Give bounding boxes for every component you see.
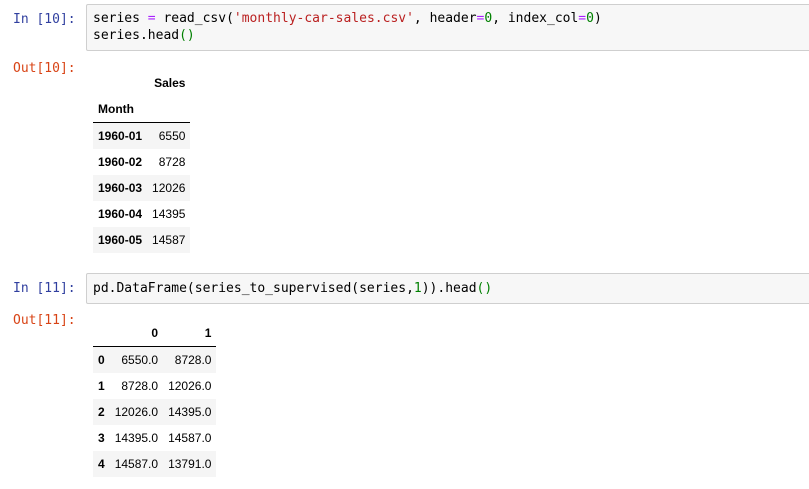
- row-value: 14395: [152, 207, 186, 221]
- row-value-col-1: 14587.0: [168, 431, 212, 445]
- table-corner: [93, 70, 147, 96]
- sales-dataframe-table: Sales Month 1960-01 6550 1960-02 8728 19…: [93, 70, 191, 253]
- cell-10-code-editor[interactable]: series = read_csv('monthly-car-sales.csv…: [86, 4, 809, 51]
- code-string-token: 'monthly-car-sales.csv': [233, 11, 414, 26]
- column-header-0: 0: [109, 320, 164, 347]
- code-operator-token: =: [147, 11, 156, 26]
- row-index: 3: [98, 431, 105, 445]
- row-value-col-0: 14587.0: [114, 457, 159, 471]
- table-row: 0 6550.0 8728.0: [93, 346, 217, 373]
- code-text-token: pd.DataFrame(series_to_supervised(series…: [93, 281, 414, 296]
- empty-header-cell: [147, 96, 191, 123]
- code-text-token: , header: [413, 11, 477, 26]
- code-text-token: )).head: [421, 281, 477, 296]
- supervised-dataframe-table: 0 1 0 6550.0 8728.0 1 8728.0 12026.0 2 1…: [93, 320, 217, 477]
- row-value: 6550: [158, 129, 186, 143]
- cell-10-code-line-1: series = read_csv('monthly-car-sales.csv…: [93, 10, 602, 27]
- row-value: 14587: [152, 233, 186, 247]
- code-paren-token: (): [179, 28, 195, 43]
- row-index: 1960-01: [98, 129, 143, 143]
- table-row: 1960-05 14587: [93, 227, 191, 253]
- table-row: 3 14395.0 14587.0: [93, 425, 217, 451]
- row-value: 12026: [152, 181, 186, 195]
- code-text-token: , index_col: [492, 11, 579, 26]
- index-name-month: Month: [93, 96, 148, 123]
- table-row: 1960-02 8728: [93, 149, 191, 175]
- table-row: 1 8728.0 12026.0: [93, 373, 217, 399]
- cell-11-input-prompt: In [11]:: [13, 281, 76, 296]
- row-index: 4: [98, 457, 105, 471]
- row-value-col-1: 14395.0: [168, 405, 212, 419]
- row-index: 0: [98, 353, 105, 367]
- table-row: 2 12026.0 14395.0: [93, 399, 217, 425]
- table-row: 1960-03 12026: [93, 175, 191, 201]
- code-text-token: ): [593, 11, 602, 26]
- cell-11-output-prompt: Out[11]:: [13, 313, 76, 328]
- row-value: 8728: [158, 155, 186, 169]
- code-text-token: series.head: [93, 28, 180, 43]
- cell-10-code-line-2: series.head(): [93, 27, 195, 44]
- row-index: 1: [98, 379, 105, 393]
- cell-10-output-prompt: Out[10]:: [13, 61, 76, 76]
- row-value-col-0: 6550.0: [121, 353, 159, 367]
- cell-11-code-editor[interactable]: pd.DataFrame(series_to_supervised(series…: [86, 273, 809, 304]
- row-value-col-1: 13791.0: [168, 457, 212, 471]
- row-value-col-0: 14395.0: [114, 431, 159, 445]
- column-header-1: 1: [163, 320, 217, 347]
- code-number-token: 1: [413, 281, 422, 296]
- table-row: 1960-01 6550: [93, 122, 191, 149]
- code-number-token: 0: [586, 11, 594, 26]
- column-header-sales: Sales: [154, 76, 186, 90]
- code-text-token: series: [93, 11, 148, 26]
- row-index: 1960-03: [98, 181, 143, 195]
- table-corner: [93, 320, 110, 347]
- row-index: 1960-04: [98, 207, 143, 221]
- code-paren-token: (): [476, 281, 493, 296]
- row-value-col-1: 12026.0: [168, 379, 212, 393]
- cell-10-input-prompt: In [10]:: [13, 12, 76, 27]
- table-row: 4 14587.0 13791.0: [93, 451, 217, 477]
- row-index: 2: [98, 405, 105, 419]
- row-index: 1960-05: [98, 233, 143, 247]
- row-index: 1960-02: [98, 155, 143, 169]
- table-row: 1960-04 14395: [93, 201, 191, 227]
- row-value-col-0: 12026.0: [114, 405, 159, 419]
- row-value-col-1: 8728.0: [174, 353, 212, 367]
- code-text-token: read_csv(: [155, 11, 234, 26]
- code-operator-token: =: [578, 11, 587, 26]
- cell-11-code-line-1: pd.DataFrame(series_to_supervised(series…: [93, 280, 492, 297]
- row-value-col-0: 8728.0: [121, 379, 159, 393]
